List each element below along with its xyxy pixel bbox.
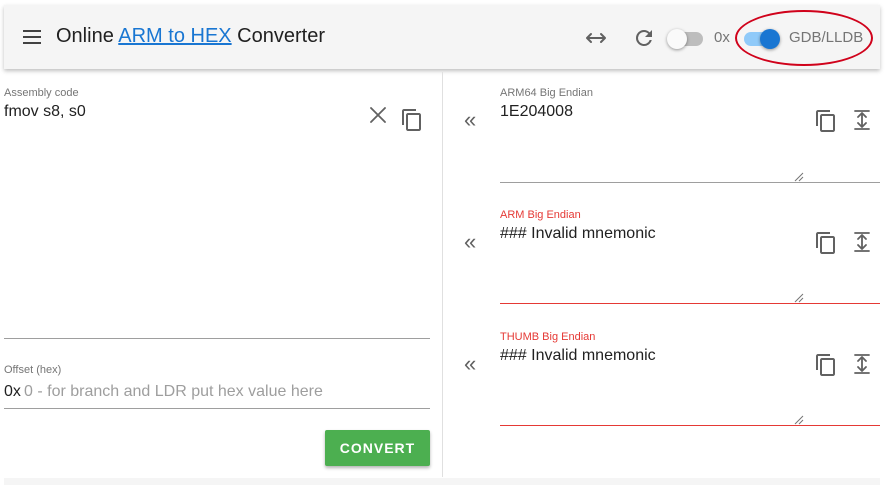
arm-big-endian-underline xyxy=(500,303,880,304)
copy-icon[interactable] xyxy=(814,231,838,255)
resize-grip-icon[interactable] xyxy=(794,415,804,425)
resize-grip-icon[interactable] xyxy=(794,172,804,182)
debugger-label: GDB/LLDB xyxy=(789,29,864,46)
convert-button[interactable]: CONVERT xyxy=(325,430,430,466)
expand-vertical-icon[interactable] xyxy=(850,108,874,132)
copy-icon[interactable] xyxy=(814,353,838,377)
offset-prefix: 0x xyxy=(4,383,21,400)
offset-underline xyxy=(4,408,430,409)
copy-icon[interactable] xyxy=(400,108,424,132)
thumb-big-endian-label: THUMB Big Endian xyxy=(500,331,596,343)
hex-prefix-switch-thumb[interactable] xyxy=(667,29,687,49)
offset-label: Offset (hex) xyxy=(4,364,62,376)
assembly-code-input[interactable]: fmov s8, s0 xyxy=(4,103,86,121)
swap-horizontal-icon[interactable] xyxy=(584,26,608,50)
arm-big-endian-output[interactable]: ### Invalid mnemonic xyxy=(500,225,656,243)
debugger-switch-thumb[interactable] xyxy=(760,29,780,49)
resize-grip-icon[interactable] xyxy=(794,293,804,303)
menu-icon[interactable] xyxy=(23,30,41,44)
title-prefix: Online xyxy=(56,25,119,47)
insert-arm64-button[interactable]: « xyxy=(464,109,476,131)
arm64-big-endian-underline xyxy=(500,182,880,183)
hex-prefix-label: 0x xyxy=(714,29,730,46)
insert-thumb-button[interactable]: « xyxy=(464,353,476,375)
refresh-icon[interactable] xyxy=(632,26,656,50)
assembly-code-label: Assembly code xyxy=(4,87,79,99)
arm-big-endian-label: ARM Big Endian xyxy=(500,209,581,221)
thumb-big-endian-output[interactable]: ### Invalid mnemonic xyxy=(500,347,656,365)
thumb-big-endian-underline xyxy=(500,425,880,426)
copy-icon[interactable] xyxy=(814,109,838,133)
clear-icon[interactable] xyxy=(366,103,390,127)
insert-arm-button[interactable]: « xyxy=(464,231,476,253)
expand-vertical-icon[interactable] xyxy=(850,352,874,376)
offset-input[interactable] xyxy=(24,381,424,403)
expand-vertical-icon[interactable] xyxy=(850,230,874,254)
arm64-big-endian-output[interactable]: 1E204008 xyxy=(500,103,573,121)
app-toolbar: Online ARM to HEX Converter 0x GDB/LLDB xyxy=(4,5,880,69)
footer-bar xyxy=(4,478,880,485)
column-divider xyxy=(442,72,443,477)
title-link[interactable]: ARM to HEX xyxy=(118,25,231,47)
title-suffix: Converter xyxy=(231,25,325,47)
arm64-big-endian-label: ARM64 Big Endian xyxy=(500,87,593,99)
page-title: Online ARM to HEX Converter xyxy=(56,25,325,48)
assembly-code-underline xyxy=(4,338,430,339)
